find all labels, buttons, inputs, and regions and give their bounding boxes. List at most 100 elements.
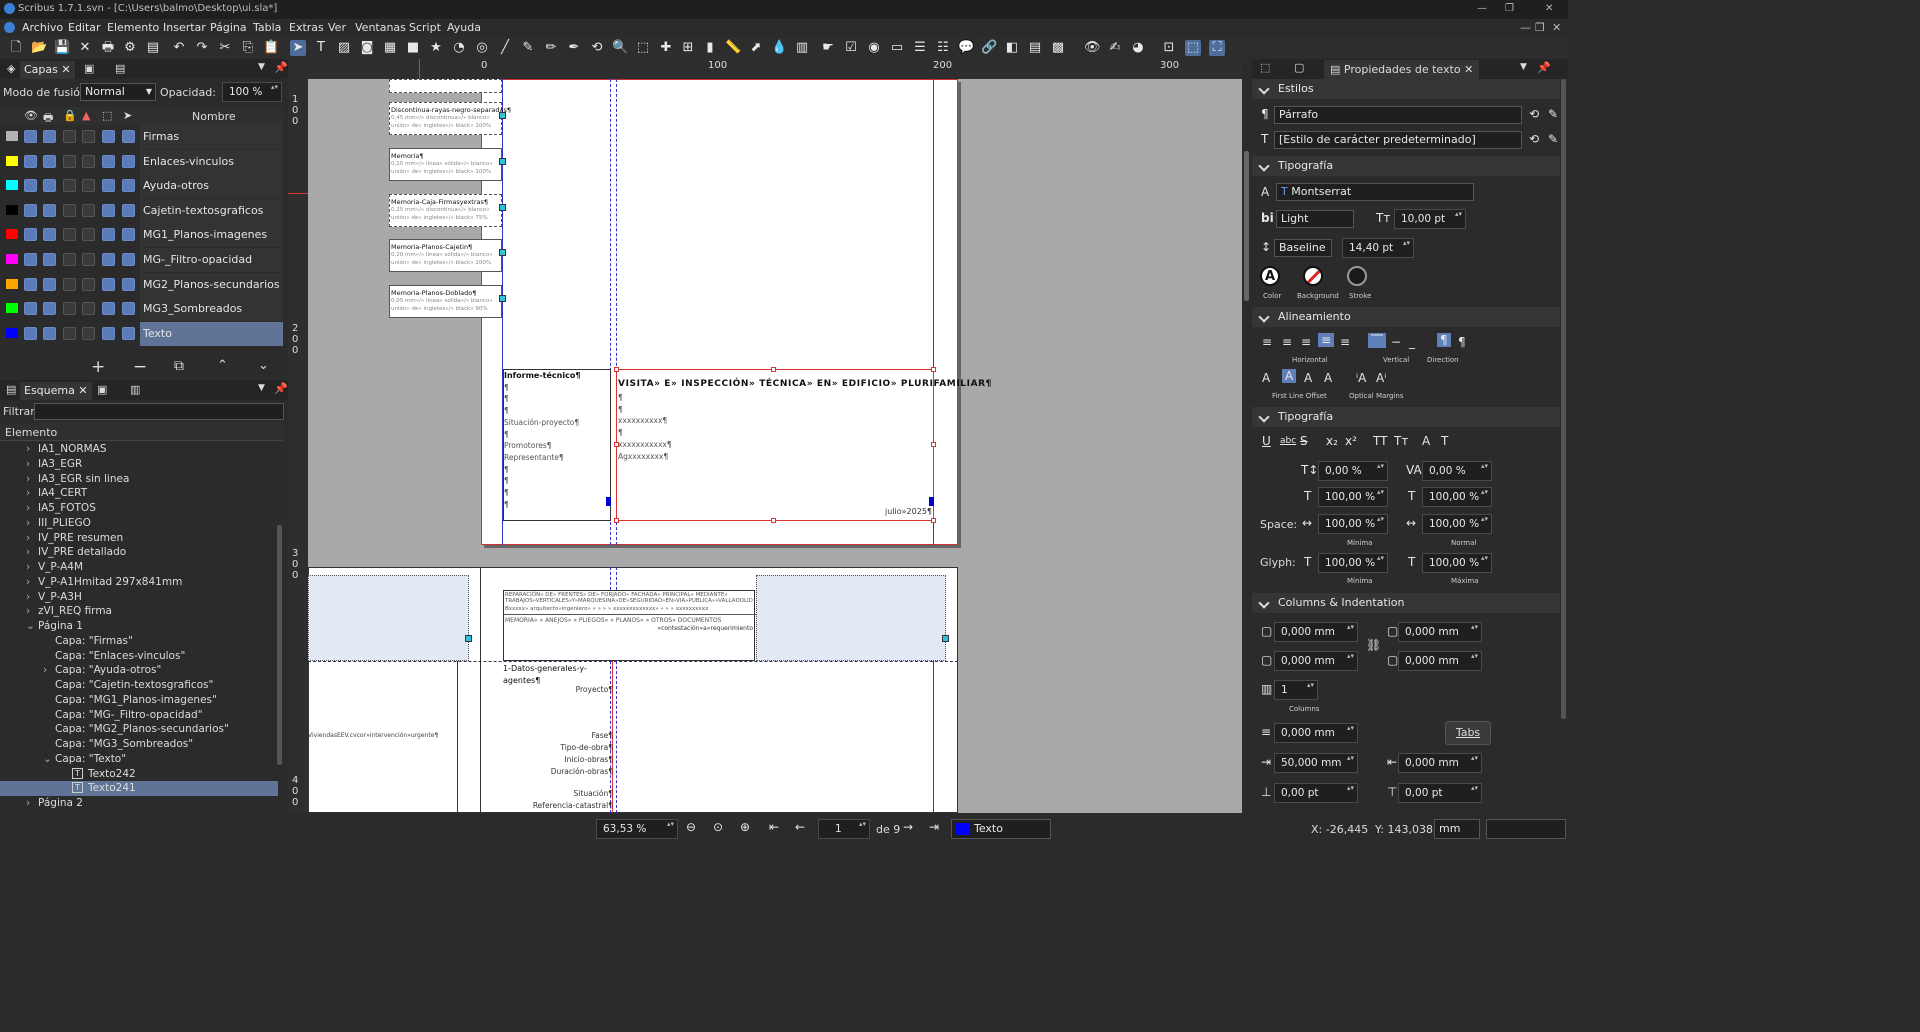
glyph-max-spinbox[interactable]: 100,00 % xyxy=(1422,553,1492,573)
char-style-select[interactable]: [Estilo de carácter predeterminado] xyxy=(1274,131,1522,149)
space-before-spinbox[interactable]: 0,00 pt xyxy=(1274,783,1358,803)
layer-row[interactable]: Ayuda-otros xyxy=(0,174,283,199)
outline-item[interactable]: › zVI_REQ firma xyxy=(0,604,278,619)
next-page-icon[interactable]: → xyxy=(903,820,913,834)
preflight-icon[interactable]: ⚙ xyxy=(122,40,138,56)
handle-tm[interactable] xyxy=(771,367,776,372)
outline-item[interactable]: ⌄ Capa: "Texto" xyxy=(0,752,278,767)
valign-middle-icon[interactable]: − xyxy=(1391,335,1401,349)
link-frames-icon[interactable]: ⊞ xyxy=(680,40,696,56)
first-page-icon[interactable]: ⇤ xyxy=(769,820,779,834)
valign-top-icon[interactable]: ⎺ xyxy=(1368,333,1387,348)
last-page-icon[interactable]: ⇥ xyxy=(929,820,939,834)
optical-right-icon[interactable]: Aⁱ xyxy=(1376,371,1386,385)
layer-visible-checkbox[interactable] xyxy=(24,203,37,217)
layer-flow-checkbox[interactable] xyxy=(82,302,95,316)
outline-item[interactable]: › IV_PRE resumen xyxy=(0,531,278,546)
layer-print-checkbox[interactable] xyxy=(43,179,56,193)
outline-item[interactable]: › Capa: "Ayuda-otros" xyxy=(0,663,278,678)
layer-outline-checkbox[interactable] xyxy=(102,277,115,291)
outline-item[interactable]: › V_P-A3H xyxy=(0,590,278,605)
line-style-box[interactable]: Discontinua-rayas-negro-separadas¶ 0,45 m… xyxy=(389,102,511,135)
layer-print-checkbox[interactable] xyxy=(43,154,56,168)
tab-layers2-icon[interactable]: ▤ xyxy=(115,62,125,75)
link-margins-icon[interactable]: ⛓ xyxy=(1366,638,1381,652)
margin-left-spinbox[interactable]: 0,000 mm xyxy=(1398,651,1482,671)
menu-insertar[interactable]: Insertar xyxy=(163,21,206,34)
pdf-checkbox-icon[interactable]: ☑ xyxy=(843,40,859,56)
page-number-spinbox[interactable]: 1 xyxy=(818,819,870,839)
line-style-box[interactable]: Memoria-Planos-Doblado¶ 0,05 mm»/» línea»… xyxy=(389,285,502,318)
pdf-radio-icon[interactable]: ◉ xyxy=(866,40,882,56)
layer-visible-checkbox[interactable] xyxy=(24,277,37,291)
spiral-icon[interactable]: ◎ xyxy=(474,40,490,56)
layer-outline-checkbox[interactable] xyxy=(102,302,115,316)
eyedropper-icon[interactable]: 💧 xyxy=(771,40,787,56)
measure-icon[interactable]: 📏 xyxy=(725,40,741,56)
outline-scrollbar[interactable] xyxy=(277,525,282,765)
outline-item[interactable]: › IA4_CERT xyxy=(0,486,278,501)
anchor-right[interactable] xyxy=(942,635,949,642)
underline-icon[interactable]: U xyxy=(1262,434,1271,448)
expand-arrow-icon[interactable]: ⌄ xyxy=(26,619,35,634)
menu-elemento[interactable]: Elemento xyxy=(107,21,159,34)
edit-paragraph-icon[interactable]: ✎ xyxy=(1548,107,1558,121)
menu-editar[interactable]: Editar xyxy=(68,21,101,34)
line-style-box[interactable]: Memoria¶ 0,10 mm»/» línea» sólida»/» blan… xyxy=(389,148,502,181)
raise-layer-icon[interactable]: ⌃ xyxy=(217,358,228,373)
close-icon[interactable]: ✕ xyxy=(1545,3,1553,14)
layer-lock-checkbox[interactable] xyxy=(63,130,76,143)
color-icon[interactable]: ▩ xyxy=(1050,40,1066,56)
handle-br[interactable] xyxy=(931,518,936,523)
close-esquema-icon[interactable]: ✕ xyxy=(78,384,87,397)
menu-restore-icon[interactable]: ❐ xyxy=(1535,21,1545,34)
maximize-icon[interactable]: ❐ xyxy=(1505,3,1514,14)
tab-scrapbook-icon[interactable]: ▣ xyxy=(97,383,107,396)
layer-select-checkbox[interactable] xyxy=(122,253,135,266)
margin-top-spinbox[interactable]: 0,000 mm xyxy=(1274,622,1358,642)
style-box-partial[interactable] xyxy=(389,79,502,93)
lower-layer-icon[interactable]: ⌄ xyxy=(258,358,269,373)
copy-properties-icon[interactable]: ⬈ xyxy=(748,40,764,56)
expand-arrow-icon[interactable]: › xyxy=(43,663,47,678)
image-frame-icon[interactable]: ▨ xyxy=(336,40,352,56)
optical-left-icon[interactable]: ⁱA xyxy=(1356,371,1366,385)
layer-lock-checkbox[interactable] xyxy=(63,277,76,291)
layer-print-checkbox[interactable] xyxy=(43,253,56,266)
pin-icon[interactable]: 📌 xyxy=(274,61,288,74)
layer-flow-checkbox[interactable] xyxy=(82,154,95,168)
menu-extras[interactable]: Extras xyxy=(289,21,324,34)
all-caps-icon[interactable]: TT xyxy=(1373,434,1387,448)
zoom-in-icon[interactable]: ⊕ xyxy=(740,820,750,834)
layer-flow-checkbox[interactable] xyxy=(82,277,95,291)
filter-input[interactable] xyxy=(34,403,284,420)
indent-right-spinbox[interactable]: 0,000 mm xyxy=(1398,753,1482,773)
gap-spinbox[interactable]: 0,000 mm xyxy=(1274,723,1358,743)
pdf-push-button-icon[interactable]: ☛ xyxy=(820,40,836,56)
anchor-handle[interactable] xyxy=(499,295,506,302)
anchor-handle[interactable] xyxy=(499,249,506,256)
tab-align-icon[interactable]: ▣ xyxy=(84,62,94,75)
print-icon[interactable]: 🖶 xyxy=(100,40,116,56)
outline-item[interactable]: Capa: "MG1_Planos-imagenes" xyxy=(0,693,278,708)
small-caps-icon[interactable]: Tт xyxy=(1394,434,1408,448)
layer-select-checkbox[interactable] xyxy=(122,203,135,217)
outline-item[interactable]: › V_P-A4M xyxy=(0,560,278,575)
menu-tabla[interactable]: Tabla xyxy=(253,21,281,34)
outline-item[interactable]: › IV_PRE detallado xyxy=(0,545,278,560)
snap-guides-icon[interactable]: ⬚ xyxy=(1185,40,1201,56)
align-center-icon[interactable]: ≡ xyxy=(1282,335,1292,349)
menu-ayuda[interactable]: Ayuda xyxy=(447,21,481,34)
layer-lock-checkbox[interactable] xyxy=(63,253,76,266)
arc-icon[interactable]: ◔ xyxy=(451,40,467,56)
outline-item[interactable]: T Texto242 xyxy=(0,767,278,782)
layer-visible-checkbox[interactable] xyxy=(24,326,37,340)
stroke-color-icon[interactable] xyxy=(1347,266,1367,286)
left-text-frame[interactable]: Informe-técnico¶ ¶ ¶ ¶ Situación-proyecto¶ ¶ P… xyxy=(503,369,611,521)
expand-arrow-icon[interactable]: › xyxy=(26,501,30,516)
edit-text-icon[interactable]: ✚ xyxy=(658,40,674,56)
hscale-spinbox[interactable]: 100,00 % xyxy=(1318,487,1388,507)
props-pin-icon[interactable]: 📌 xyxy=(1537,61,1551,74)
table-icon[interactable]: ▦ xyxy=(382,40,398,56)
expand-arrow-icon[interactable]: › xyxy=(26,590,30,605)
